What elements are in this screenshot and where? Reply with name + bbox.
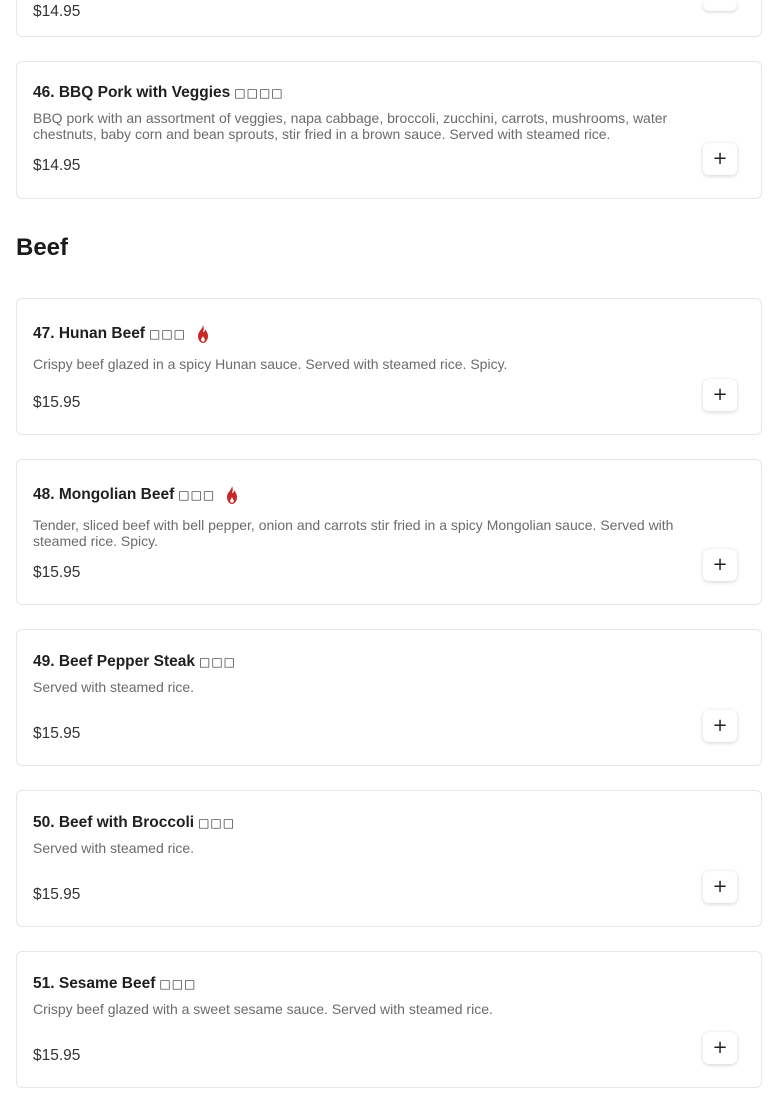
item-description: Served with steamed rice.	[33, 679, 195, 695]
item-name: 48. Mongolian Beef □□□	[33, 485, 241, 505]
menu-viewport: $14.95 46. BBQ Pork with Veggies □□□□ BB…	[0, 0, 778, 1106]
plus-icon: +	[712, 715, 728, 736]
flame-icon	[198, 325, 208, 343]
flame-icon	[227, 486, 238, 504]
menu-item-card[interactable]: 48. Mongolian Beef □□□ Tender, sliced be…	[16, 459, 762, 605]
add-button[interactable]: +	[703, 710, 737, 742]
item-chinese-name: □□□□	[234, 86, 284, 100]
item-chinese-name: □□□	[178, 488, 216, 502]
item-price: $15.95	[33, 564, 81, 581]
menu-item-card[interactable]: 51. Sesame Beef □□□ Crispy beef glazed w…	[16, 951, 762, 1088]
item-description: Crispy beef glazed with a sweet sesame s…	[33, 1001, 493, 1017]
item-chinese-name: □□□	[148, 327, 186, 341]
item-title: 47. Hunan Beef	[33, 325, 145, 342]
item-name: 51. Sesame Beef □□□	[33, 975, 196, 993]
add-button[interactable]: +	[703, 871, 737, 903]
menu-item-card[interactable]: $14.95	[16, 0, 762, 37]
item-price: $15.95	[33, 886, 81, 903]
item-chinese-name: □□□	[159, 977, 197, 991]
menu-item-card[interactable]: 47. Hunan Beef □□□ Crispy beef glazed in…	[16, 298, 762, 435]
plus-icon: +	[712, 148, 728, 169]
plus-icon: +	[712, 554, 728, 575]
add-button[interactable]	[703, 0, 737, 11]
item-name: 47. Hunan Beef □□□	[33, 324, 212, 344]
item-price: $15.95	[33, 1047, 81, 1064]
menu-item-card[interactable]: 49. Beef Pepper Steak □□□ Served with st…	[16, 629, 762, 766]
item-title: 48. Mongolian Beef	[33, 486, 175, 503]
add-button[interactable]: +	[703, 143, 737, 175]
item-price: $15.95	[33, 725, 81, 742]
plus-icon: +	[712, 876, 728, 897]
item-name: 50. Beef with Broccoli □□□	[33, 814, 235, 832]
item-title: 50. Beef with Broccoli	[33, 814, 195, 831]
item-description: BBQ pork with an assortment of veggies, …	[33, 110, 668, 142]
item-description: Crispy beef glazed in a spicy Hunan sauc…	[33, 356, 508, 372]
item-name: 49. Beef Pepper Steak □□□	[33, 653, 236, 671]
item-title: 51. Sesame Beef	[33, 975, 156, 992]
item-chinese-name: □□□	[198, 655, 236, 669]
item-description: Tender, sliced beef with bell pepper, on…	[33, 517, 674, 549]
menu-item-card[interactable]: 46. BBQ Pork with Veggies □□□□ BBQ pork …	[16, 61, 762, 199]
item-description: Served with steamed rice.	[33, 840, 195, 856]
item-price: $14.95	[33, 3, 81, 20]
item-price: $15.95	[33, 394, 81, 411]
add-button[interactable]: +	[703, 549, 737, 581]
item-name: 46. BBQ Pork with Veggies □□□□	[33, 84, 284, 102]
add-button[interactable]: +	[703, 379, 737, 411]
plus-icon: +	[712, 384, 728, 405]
item-price: $14.95	[33, 157, 81, 174]
add-button[interactable]: +	[703, 1032, 737, 1064]
item-chinese-name: □□□	[198, 816, 236, 830]
plus-icon: +	[712, 1037, 728, 1058]
menu-item-card[interactable]: 50. Beef with Broccoli □□□ Served with s…	[16, 790, 762, 927]
item-title: 49. Beef Pepper Steak	[33, 653, 195, 670]
section-title: Beef	[16, 234, 69, 261]
item-title: 46. BBQ Pork with Veggies	[33, 84, 231, 101]
